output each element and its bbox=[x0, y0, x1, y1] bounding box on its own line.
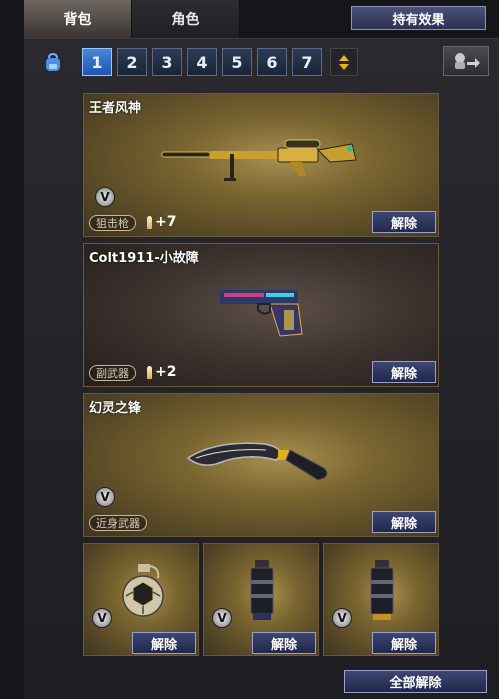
throwable-slot-2[interactable]: V 解除 bbox=[203, 543, 319, 656]
arrow-up-icon[interactable] bbox=[339, 54, 349, 61]
weapon-type-tag: 狙击枪 bbox=[89, 215, 136, 231]
smoke-grenade-icon bbox=[370, 560, 394, 620]
unequip-button[interactable]: 解除 bbox=[252, 632, 316, 654]
tab-bar: 背包 角色 bbox=[24, 0, 240, 38]
item-name: Colt1911-小故障 bbox=[89, 251, 199, 266]
throwable-slot-1[interactable]: V 解除 bbox=[83, 543, 199, 656]
unequip-button[interactable]: 解除 bbox=[132, 632, 196, 654]
item-name: 幻灵之锋 bbox=[89, 401, 142, 416]
share-icon bbox=[455, 53, 480, 69]
unequip-all-button[interactable]: 全部解除 bbox=[344, 670, 487, 693]
upgrade-level: +7 bbox=[155, 214, 177, 230]
machete-icon bbox=[186, 442, 328, 481]
tab-backpack[interactable]: 背包 bbox=[24, 0, 132, 38]
weapon-type-tag: 副武器 bbox=[89, 365, 136, 381]
page-button-7[interactable]: 7 bbox=[292, 48, 322, 76]
page-button-3[interactable]: 3 bbox=[152, 48, 182, 76]
sniper-rifle-icon bbox=[161, 139, 357, 181]
holding-effects-button[interactable]: 持有效果 bbox=[351, 6, 486, 30]
flashbang-icon bbox=[250, 560, 274, 620]
page-button-4[interactable]: 4 bbox=[187, 48, 217, 76]
bullet-icon bbox=[147, 216, 152, 229]
weapon-type-tag: 近身武器 bbox=[89, 515, 147, 531]
item-card-sniper[interactable]: 王者风神 V 狙击枪 +7 解除 bbox=[83, 93, 439, 237]
unequip-button[interactable]: 解除 bbox=[372, 211, 436, 233]
backpack-icon bbox=[46, 53, 60, 71]
unequip-button[interactable]: 解除 bbox=[372, 361, 436, 383]
arrow-down-icon[interactable] bbox=[339, 63, 349, 70]
page-button-1[interactable]: 1 bbox=[82, 48, 112, 76]
v-badge-icon: V bbox=[212, 608, 232, 628]
v-badge-icon: V bbox=[332, 608, 352, 628]
bullet-icon bbox=[147, 366, 152, 379]
item-card-machete[interactable]: 幻灵之锋 V 近身武器 解除 bbox=[83, 393, 439, 537]
tab-character[interactable]: 角色 bbox=[132, 0, 240, 38]
item-name: 王者风神 bbox=[89, 101, 142, 116]
item-card-pistol[interactable]: Colt1911-小故障 副武器 +2 解除 bbox=[83, 243, 439, 387]
v-badge-icon: V bbox=[92, 608, 112, 628]
page-button-2[interactable]: 2 bbox=[117, 48, 147, 76]
v-badge-icon: V bbox=[95, 487, 115, 507]
upgrade-level: +2 bbox=[155, 364, 177, 380]
unequip-button[interactable]: 解除 bbox=[372, 511, 436, 533]
page-button-6[interactable]: 6 bbox=[257, 48, 287, 76]
frag-grenade-icon bbox=[122, 564, 164, 617]
pistol-icon bbox=[220, 290, 303, 337]
throwable-slot-3[interactable]: V 解除 bbox=[323, 543, 439, 656]
page-scroll-arrows[interactable] bbox=[330, 48, 358, 76]
v-badge-icon: V bbox=[95, 187, 115, 207]
page-button-5[interactable]: 5 bbox=[222, 48, 252, 76]
unequip-button[interactable]: 解除 bbox=[372, 632, 436, 654]
share-button[interactable] bbox=[443, 46, 489, 76]
page-selector: 1 2 3 4 5 6 7 bbox=[82, 48, 322, 76]
